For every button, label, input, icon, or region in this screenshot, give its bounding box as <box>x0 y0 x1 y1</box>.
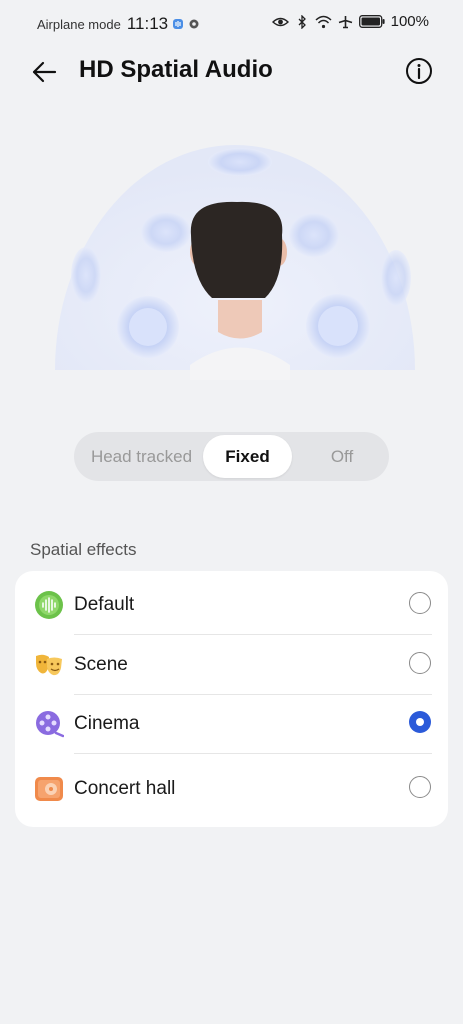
battery-icon <box>358 15 385 28</box>
bluetooth-vibrate-icon <box>298 14 306 29</box>
effect-cinema-row[interactable]: Cinema <box>15 694 448 754</box>
page-title: HD Spatial Audio <box>79 56 273 83</box>
settings-gear-icon <box>189 19 199 29</box>
concert-icon <box>35 777 63 801</box>
effect-label-scene: Scene <box>74 654 128 675</box>
speaker-left-side-icon <box>71 247 101 303</box>
speaker-top-icon <box>208 148 272 176</box>
effect-label-concert-hall: Concert hall <box>74 778 176 799</box>
radio-cinema-selected[interactable] <box>409 711 431 733</box>
info-icon[interactable] <box>405 57 433 85</box>
battery-percent: 100% <box>390 13 429 30</box>
effect-scene-row[interactable]: Scene <box>15 635 448 695</box>
wifi-icon <box>315 15 332 28</box>
speaker-right-mid-icon <box>289 213 339 257</box>
radio-scene[interactable] <box>409 652 431 674</box>
effect-concert-hall-row[interactable]: Concert hall <box>15 759 448 819</box>
status-bar: Airplane mode 11:13 100% <box>0 0 463 44</box>
status-right: 100% <box>271 13 429 30</box>
mode-head-tracked[interactable]: Head tracked <box>80 432 203 481</box>
mode-off[interactable]: Off <box>296 432 388 481</box>
theater-masks-icon <box>36 654 62 676</box>
status-time: 11:13 <box>126 14 169 33</box>
status-left: Airplane mode 11:13 <box>37 14 200 34</box>
effect-label-cinema: Cinema <box>74 713 140 734</box>
page-header: HD Spatial Audio <box>0 50 463 94</box>
spatial-effects-list: Default Scene Cinema Concert hall <box>15 571 448 827</box>
film-reel-icon <box>36 711 64 738</box>
divider <box>74 753 432 754</box>
effect-default-row[interactable]: Default <box>15 575 448 635</box>
head-tracking-mode-switch: Head tracked Fixed Off <box>74 432 389 481</box>
speaker-left-mid-icon <box>141 212 191 252</box>
soundwave-icon <box>35 591 63 619</box>
eye-icon <box>271 17 289 26</box>
radio-default[interactable] <box>409 592 431 614</box>
speaker-right-side-icon <box>381 250 411 306</box>
mode-fixed[interactable]: Fixed <box>203 435 292 478</box>
airplane-icon <box>338 15 352 28</box>
back-arrow-icon[interactable] <box>30 58 58 86</box>
radio-concert-hall[interactable] <box>409 776 431 798</box>
spatial-effects-heading: Spatial effects <box>30 540 137 559</box>
spatial-audio-illustration <box>55 145 415 380</box>
airplane-mode-text: Airplane mode <box>37 16 121 32</box>
app-notification-icon <box>173 19 184 29</box>
effect-label-default: Default <box>74 594 135 615</box>
